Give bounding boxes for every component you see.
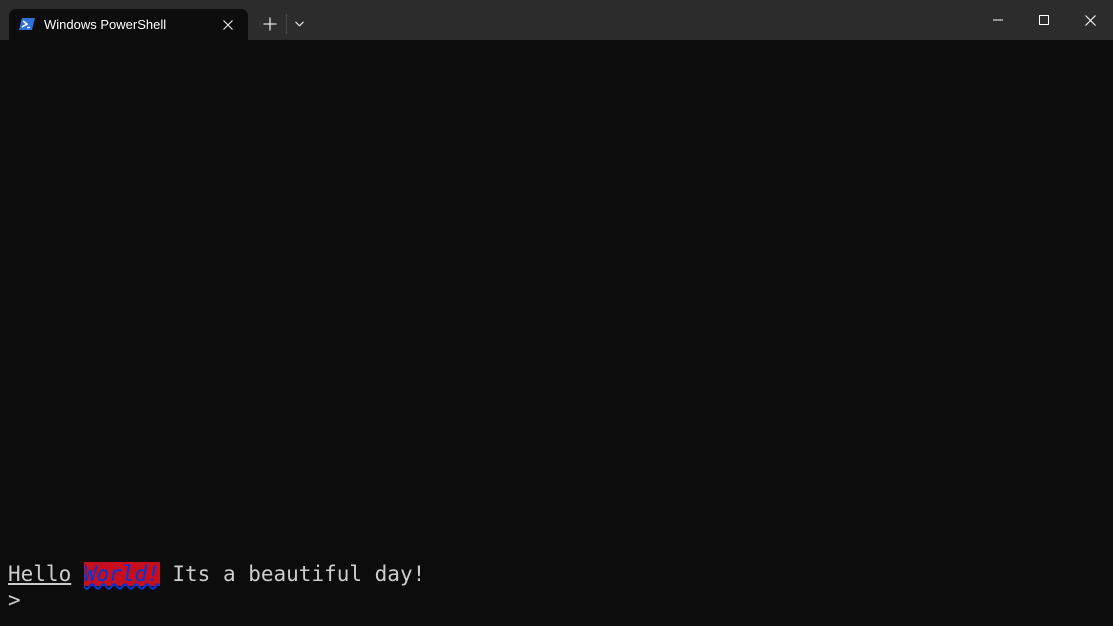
- spacer-text: [71, 562, 84, 586]
- terminal-output[interactable]: Hello World! Its a beautiful day! >: [0, 40, 1113, 626]
- close-window-icon[interactable]: [1067, 0, 1113, 40]
- minimize-icon[interactable]: [975, 0, 1021, 40]
- maximize-icon[interactable]: [1021, 0, 1067, 40]
- world-highlight-text: World!: [83, 562, 160, 586]
- prompt-symbol: >: [8, 588, 21, 612]
- prompt-line[interactable]: >: [8, 587, 21, 613]
- hello-text: Hello: [8, 562, 72, 586]
- chevron-down-icon[interactable]: [290, 12, 308, 36]
- message-text: Its a beautiful day!: [159, 562, 426, 586]
- tab-windows-powershell[interactable]: Windows PowerShell: [9, 9, 248, 40]
- tab-separator: [286, 14, 287, 34]
- title-bar: Windows PowerShell: [0, 0, 1113, 40]
- powershell-icon: [19, 17, 35, 31]
- output-line: Hello World! Its a beautiful day!: [8, 561, 425, 587]
- tab-title: Windows PowerShell: [44, 17, 167, 32]
- close-tab-icon[interactable]: [217, 14, 239, 36]
- new-tab-plus-icon[interactable]: [258, 12, 282, 36]
